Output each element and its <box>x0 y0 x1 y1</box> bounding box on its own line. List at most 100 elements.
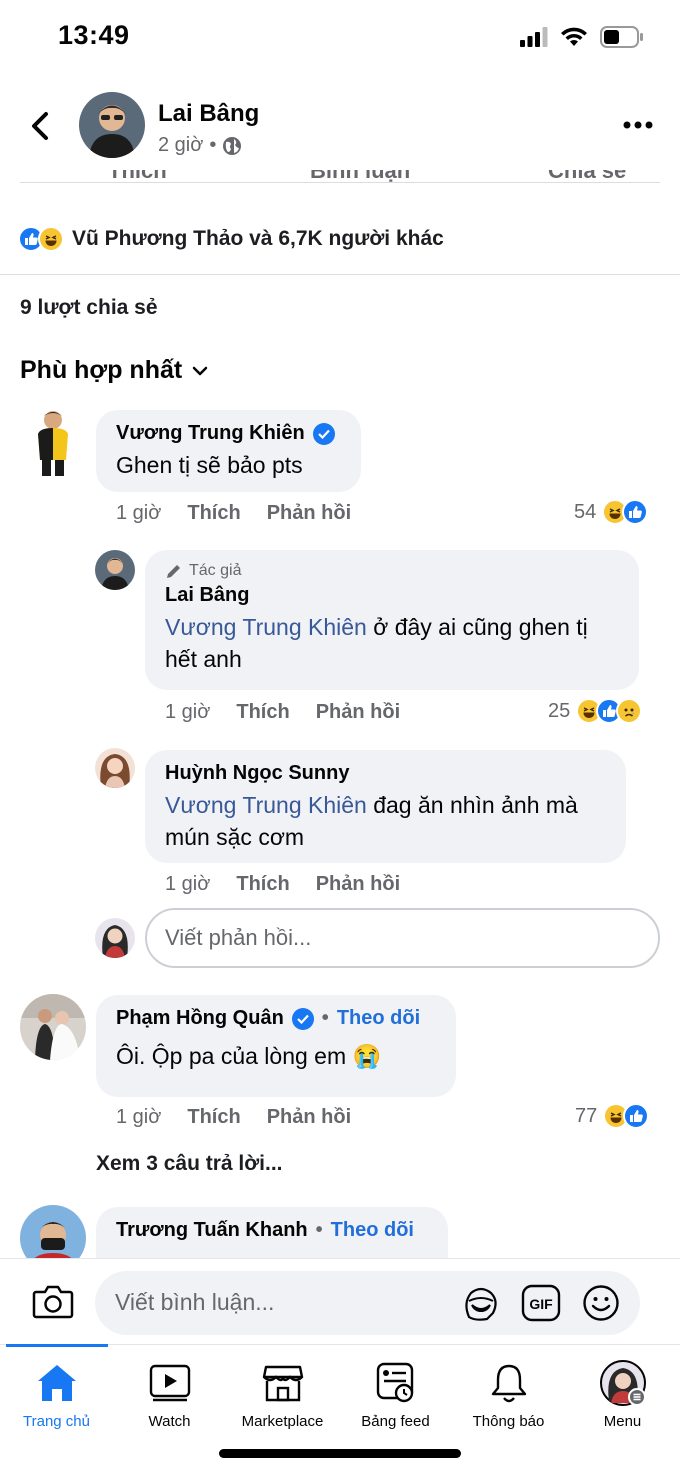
pen-icon <box>167 565 180 578</box>
comment-text: Ôi. Ộp pa của lòng em 😭 <box>116 1043 382 1069</box>
avatar-sticker-button[interactable] <box>461 1283 501 1323</box>
nav-home[interactable]: Trang chủ <box>0 1359 113 1449</box>
post-header: Lai Bâng 2 giờ • <box>0 76 680 182</box>
emoji-button[interactable] <box>581 1283 621 1323</box>
comment-time: 1 giờ <box>165 873 211 895</box>
comment-actions: 1 giờ Thích Phản hồi <box>116 502 351 525</box>
nav-feed[interactable]: Bảng feed <box>339 1359 452 1449</box>
bell-icon <box>491 1364 526 1403</box>
commenter-avatar[interactable] <box>20 994 86 1060</box>
nav-label: Marketplace <box>241 1413 324 1430</box>
commenter-name[interactable]: Trương Tuấn Khanh <box>116 1219 308 1242</box>
nav-marketplace[interactable]: Marketplace <box>226 1359 339 1449</box>
comment-bubble[interactable]: Vương Trung Khiên Ghen tị sẽ bảo pts <box>96 410 361 492</box>
nav-menu[interactable]: Menu <box>566 1359 679 1449</box>
gif-button[interactable]: GIF <box>521 1283 561 1323</box>
commenter-avatar[interactable] <box>30 408 76 478</box>
nav-notifications[interactable]: Thông báo <box>452 1359 565 1449</box>
comment-bubble[interactable]: Phạm Hồng Quân • Theo dõi Ôi. Ộp pa của … <box>96 995 456 1097</box>
svg-text:GIF: GIF <box>529 1296 553 1312</box>
reply-button[interactable]: Phản hồi <box>267 1106 351 1129</box>
comment-bubble[interactable]: Tác giả Lai Bâng Vương Trung Khiên ở đây… <box>145 550 639 690</box>
commenter-avatar[interactable] <box>95 550 135 590</box>
gif-icon: GIF <box>521 1284 561 1322</box>
like-reaction-icon <box>622 499 649 525</box>
emoji-icon <box>583 1285 619 1321</box>
marketplace-icon <box>262 1365 303 1402</box>
like-button[interactable]: Thích <box>236 873 289 896</box>
nav-label: Thông báo <box>472 1413 545 1430</box>
commenter-name[interactable]: Phạm Hồng Quân <box>116 1007 284 1030</box>
menu-avatar-icon <box>599 1360 646 1406</box>
comment-time: 1 giờ <box>116 502 162 524</box>
reaction-count: 54 <box>574 500 597 523</box>
reaction-count: 77 <box>575 1104 598 1127</box>
like-button[interactable]: Thích <box>187 502 240 525</box>
nav-label: Watch <box>148 1413 191 1430</box>
see-replies-link[interactable]: Xem 3 câu trả lời... <box>96 1152 283 1176</box>
comment-reactions[interactable]: 77 <box>575 1103 650 1129</box>
like-button[interactable]: Thích <box>236 701 289 724</box>
comment-bubble[interactable]: Huỳnh Ngọc Sunny Vương Trung Khiên đag ă… <box>145 750 626 863</box>
sort-dropdown[interactable]: Phù hợp nhất <box>20 356 208 385</box>
shares-count[interactable]: 9 lượt chia sẻ <box>20 296 158 320</box>
follow-button[interactable]: Theo dõi <box>337 1007 420 1030</box>
reply-button[interactable]: Phản hồi <box>267 502 351 525</box>
meta-separator: • <box>209 134 217 156</box>
post-meta: 2 giờ • <box>158 134 242 157</box>
like-reaction-icon <box>623 1103 650 1129</box>
reaction-count: 25 <box>548 699 571 722</box>
comment-input[interactable]: Viết bình luận... GIF <box>95 1271 640 1335</box>
author-name[interactable]: Lai Bâng <box>158 100 259 128</box>
reply-placeholder: Viết phản hồi... <box>165 925 312 950</box>
status-icons <box>520 26 644 48</box>
more-dots-icon <box>623 121 653 129</box>
comment-reactions[interactable]: 54 <box>574 499 649 525</box>
comment-text: Vương Trung Khiên đag ăn nhìn ảnh mà mún… <box>165 792 578 850</box>
verified-badge-icon <box>312 422 335 445</box>
comment-reactions[interactable]: 25 <box>548 698 643 724</box>
reactions-summary[interactable]: Vũ Phương Thảo và 6,7K người khác <box>18 226 444 252</box>
sort-label: Phù hợp nhất <box>20 356 183 384</box>
divider <box>0 274 680 275</box>
mention-link[interactable]: Vương Trung Khiên <box>165 792 367 818</box>
reply-input[interactable]: Viết phản hồi... <box>145 908 660 968</box>
battery-icon <box>600 26 643 48</box>
status-time: 13:49 <box>58 20 130 50</box>
reply-button[interactable]: Phản hồi <box>316 701 400 724</box>
post-time: 2 giờ <box>158 134 204 156</box>
nav-watch[interactable]: Watch <box>113 1359 226 1449</box>
status-bar: 13:49 <box>0 0 680 76</box>
follow-button[interactable]: Theo dõi <box>331 1219 414 1242</box>
avatar-sticker-icon <box>465 1287 497 1321</box>
like-button[interactable]: Thích <box>187 1106 240 1129</box>
commenter-name[interactable]: Lai Bâng <box>165 584 249 607</box>
camera-button[interactable] <box>30 1279 76 1325</box>
signal-icon <box>520 27 548 47</box>
comment-time: 1 giờ <box>116 1106 162 1128</box>
globe-icon <box>223 136 242 155</box>
home-icon <box>37 1365 76 1401</box>
back-button[interactable] <box>22 106 58 146</box>
more-options-button[interactable] <box>618 110 658 140</box>
divider <box>20 182 660 183</box>
comment-text: Ghen tị sẽ bảo pts <box>116 452 303 478</box>
watch-icon <box>149 1364 190 1402</box>
comment-composer: Viết bình luận... GIF <box>0 1258 680 1344</box>
author-avatar[interactable] <box>79 92 145 158</box>
nav-label: Bảng feed <box>361 1413 430 1430</box>
sad-reaction-icon <box>616 698 643 724</box>
comment-actions: 1 giờ Thích Phản hồi <box>116 1106 351 1129</box>
active-tab-indicator <box>6 1344 108 1347</box>
commenter-name[interactable]: Vương Trung Khiên <box>116 422 305 445</box>
haha-reaction-icon <box>38 226 64 252</box>
commenter-name[interactable]: Huỳnh Ngọc Sunny <box>165 762 349 785</box>
wifi-icon <box>561 27 587 46</box>
comment-placeholder: Viết bình luận... <box>115 1289 275 1315</box>
nav-label: Menu <box>603 1413 642 1430</box>
comment-actions: 1 giờ Thích Phản hồi <box>165 873 400 896</box>
mention-link[interactable]: Vương Trung Khiên <box>165 614 367 640</box>
commenter-avatar[interactable] <box>95 748 135 788</box>
comment-actions: 1 giờ Thích Phản hồi <box>165 701 400 724</box>
reply-button[interactable]: Phản hồi <box>316 873 400 896</box>
